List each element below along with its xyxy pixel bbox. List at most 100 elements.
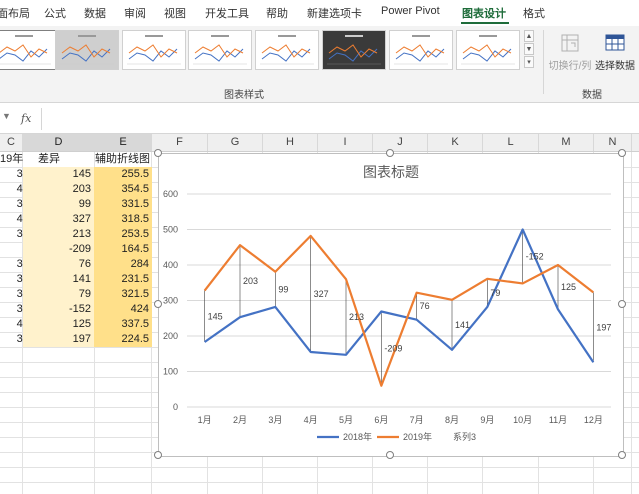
chart-style-thumbnail[interactable] (389, 30, 453, 70)
ribbon-tab-3[interactable]: 审阅 (124, 5, 146, 21)
cell-header-d[interactable]: 差异 (38, 152, 95, 167)
ribbon-tab-2[interactable]: 数据 (84, 5, 106, 21)
ribbon-tab-9[interactable]: 图表设计 (462, 5, 506, 21)
select-data-button[interactable]: 选择数据 (589, 30, 639, 80)
gridline-horizontal (0, 482, 639, 483)
column-header-i[interactable]: I (318, 134, 373, 151)
ribbon-tab-1[interactable]: 公式 (44, 5, 66, 21)
cell-d[interactable]: 145 (23, 167, 94, 182)
column-header-g[interactable]: G (208, 134, 263, 151)
column-header-m[interactable]: M (539, 134, 594, 151)
ribbon-tab-8[interactable]: Power Pivot (381, 5, 440, 17)
ribbon-tab-6[interactable]: 帮助 (266, 5, 288, 21)
cell-e[interactable]: 284 (94, 257, 152, 272)
cell-d[interactable]: 76 (23, 257, 94, 272)
data-label: 141 (455, 320, 470, 330)
chart-resize-handle[interactable] (618, 300, 626, 308)
column-header-f[interactable]: F (152, 134, 208, 151)
ribbon-tab-5[interactable]: 开发工具 (205, 5, 249, 21)
legend-entry[interactable]: 2019年 (403, 431, 432, 442)
chart-style-thumbnail[interactable] (122, 30, 186, 70)
column-header-h[interactable]: H (263, 134, 318, 151)
name-box-dropdown-icon[interactable]: ▼ (2, 111, 11, 121)
cell-d[interactable]: 141 (23, 272, 94, 287)
chart-style-preview (461, 35, 515, 65)
series-line[interactable] (204, 228, 595, 363)
cell-e[interactable]: 224.5 (94, 332, 152, 347)
cell-header-c[interactable]: 19年 (0, 152, 23, 167)
cell-e[interactable]: 331.5 (94, 197, 152, 212)
active-tab-underline (461, 22, 509, 24)
cell-e[interactable]: 424 (94, 302, 152, 317)
column-header-e[interactable]: E (95, 134, 152, 151)
column-header-j[interactable]: J (373, 134, 428, 151)
cell-d[interactable]: 197 (23, 332, 94, 347)
legend-entry[interactable]: 2018年 (343, 431, 372, 442)
column-header-n[interactable]: N (594, 134, 632, 151)
ribbon-tab-0[interactable]: 页面布局 (0, 5, 30, 21)
chart-style-preview (260, 35, 314, 65)
chart-resize-handle[interactable] (386, 451, 394, 459)
column-header-d[interactable]: D (23, 134, 95, 151)
line-chart[interactable]: 图表标题 0 100 200 300 400 500 600 1月 2月 3月 4月 5月 6月 7月 8月 9… (158, 153, 624, 457)
chart-style-thumbnail[interactable] (0, 30, 56, 70)
chart-style-thumbnail[interactable] (255, 30, 319, 70)
cell-d[interactable]: -209 (23, 242, 94, 257)
cell-d[interactable]: -152 (23, 302, 94, 317)
chart-resize-handle[interactable] (618, 149, 626, 157)
cell-header-e[interactable]: 辅助折线图 (95, 152, 152, 167)
data-label: -209 (384, 344, 402, 354)
chart-style-preview (60, 35, 114, 65)
cell-e[interactable]: 354.5 (94, 182, 152, 197)
chart-resize-handle[interactable] (154, 300, 162, 308)
y-tick-label: 400 (163, 260, 178, 270)
formula-bar: ▼ fx (0, 103, 639, 134)
cell-d[interactable]: 203 (23, 182, 94, 197)
column-headers: CDEFGHIJKLMNO (0, 134, 639, 152)
legend-entry[interactable]: 系列3 (453, 431, 476, 442)
insert-function-icon[interactable]: fx (21, 112, 31, 125)
cell-e[interactable]: 337.5 (94, 317, 152, 332)
x-tick-label: 9月 (480, 415, 494, 425)
cell-d[interactable]: 327 (23, 212, 94, 227)
column-header-c[interactable]: C (0, 134, 23, 151)
cell-d[interactable]: 99 (23, 197, 94, 212)
cell-d[interactable]: 213 (23, 227, 94, 242)
x-tick-label: 7月 (410, 415, 424, 425)
gallery-up-icon[interactable]: ▲ (524, 30, 534, 42)
chart-style-preview (327, 35, 381, 65)
gallery-down-icon[interactable]: ▼ (524, 43, 534, 55)
gallery-scroll[interactable]: ▲ ▼ ▾ (524, 30, 534, 70)
ribbon-tab-10[interactable]: 格式 (523, 5, 545, 21)
ribbon-tab-4[interactable]: 视图 (164, 5, 186, 21)
data-label: 76 (420, 301, 430, 311)
cell-e[interactable]: 255.5 (94, 167, 152, 182)
cell-e[interactable]: 321.5 (94, 287, 152, 302)
column-header-l[interactable]: L (483, 134, 539, 151)
data-label: 99 (278, 284, 288, 294)
cell-d[interactable]: 125 (23, 317, 94, 332)
formula-input[interactable] (42, 107, 639, 129)
chart-resize-handle[interactable] (386, 149, 394, 157)
chart-style-thumbnail[interactable] (322, 30, 386, 70)
cell-e[interactable]: 164.5 (94, 242, 152, 257)
ribbon-tab-7[interactable]: 新建选项卡 (307, 5, 362, 21)
cell-d[interactable]: 79 (23, 287, 94, 302)
column-header-k[interactable]: K (428, 134, 483, 151)
gridline-vertical (631, 152, 632, 494)
chart-style-thumbnail[interactable] (188, 30, 252, 70)
cell-e[interactable]: 253.5 (94, 227, 152, 242)
chart-resize-handle[interactable] (154, 149, 162, 157)
cell-e[interactable]: 231.5 (94, 272, 152, 287)
chart-style-thumbnail[interactable] (456, 30, 520, 70)
cell-e[interactable]: 318.5 (94, 212, 152, 227)
y-tick-label: 500 (163, 225, 178, 235)
chart-style-thumbnail[interactable] (55, 30, 119, 70)
chart-resize-handle[interactable] (154, 451, 162, 459)
chart-resize-handle[interactable] (618, 451, 626, 459)
column-header-o[interactable]: O (632, 134, 639, 151)
data-label: 145 (208, 311, 223, 321)
ribbon-tab-bar: 页面布局公式 数据 审阅 视图 开发工具 帮助 新建选项卡 Power Pivot 图表设计 格式 (0, 0, 639, 26)
gallery-more-icon[interactable]: ▾ (524, 56, 534, 68)
chart-title[interactable]: 图表标题 (363, 164, 419, 180)
